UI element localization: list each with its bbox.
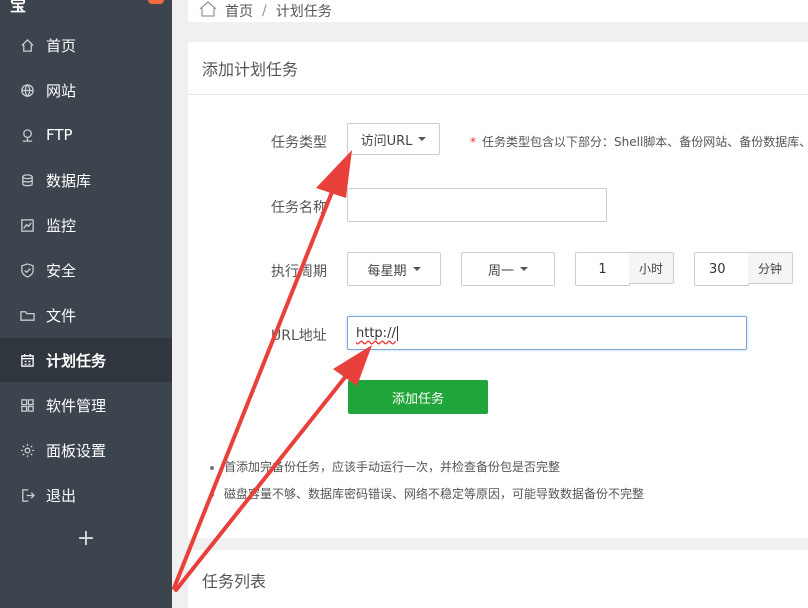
- sidebar-item-label: 退出: [46, 486, 77, 505]
- sidebar-item-settings[interactable]: 面板设置: [0, 428, 172, 472]
- schedule-label: 执行周期: [271, 264, 327, 280]
- tips-list: 首添加完备份任务，应该手动运行一次，并检查备份包是否完整 磁盘容量不够、数据库密…: [208, 458, 804, 512]
- sidebar-item-label: 软件管理: [46, 396, 107, 415]
- logo-icon: 宝: [10, 0, 27, 15]
- sidebar-item-software[interactable]: 软件管理: [0, 383, 172, 427]
- chevron-down-icon: [412, 267, 421, 271]
- breadcrumb: 首页 / 计划任务: [188, 0, 808, 22]
- home-icon: [199, 1, 217, 21]
- ftp-icon: [19, 127, 35, 143]
- sidebar-item-label: 监控: [46, 216, 77, 235]
- hour-input[interactable]: 1: [575, 252, 630, 286]
- logo-strip: 宝: [0, 0, 172, 22]
- chevron-down-icon: [418, 137, 427, 141]
- sidebar-item-logout[interactable]: 退出: [0, 473, 172, 517]
- panel-title: 添加计划任务: [188, 42, 808, 95]
- sidebar-item-label: FTP: [46, 126, 73, 144]
- shield-icon: [19, 262, 35, 278]
- sidebar-item-label: 安全: [46, 261, 77, 280]
- url-value: http://: [356, 325, 396, 341]
- task-type-hint: * 任务类型包含以下部分：Shell脚本、备份网站、备份数据库、: [470, 133, 808, 150]
- sidebar-item-files[interactable]: 文件: [0, 293, 172, 337]
- sidebar-item-label: 数据库: [46, 171, 92, 190]
- calendar-icon: [19, 352, 35, 368]
- text-cursor: [396, 325, 398, 341]
- sidebar-item-home[interactable]: 首页: [0, 23, 172, 67]
- tip-item: 首添加完备份任务，应该手动运行一次，并检查备份包是否完整: [224, 458, 804, 475]
- task-type-label: 任务类型: [271, 135, 327, 151]
- sidebar-item-label: 首页: [46, 36, 77, 55]
- sidebar-item-security[interactable]: 安全: [0, 248, 172, 292]
- url-input[interactable]: http://: [347, 316, 747, 350]
- task-list-panel: 任务列表: [188, 550, 808, 608]
- sidebar-item-ftp[interactable]: FTP: [0, 113, 172, 157]
- sidebar-item-website[interactable]: 网站: [0, 68, 172, 112]
- hour-unit: 小时: [629, 252, 674, 284]
- sidebar: 宝 首页 网站 FTP 数据库 监控 安全 文件 计划任务 软件管理 面板设置: [0, 0, 172, 608]
- grid-icon: [19, 397, 35, 413]
- add-shortcut-button[interactable]: +: [0, 518, 172, 558]
- gear-icon: [19, 442, 35, 458]
- task-type-hint-text: 任务类型包含以下部分：Shell脚本、备份网站、备份数据库、: [482, 135, 808, 149]
- monitor-icon: [19, 217, 35, 233]
- minute-unit: 分钟: [748, 252, 793, 284]
- tip-item: 磁盘容量不够、数据库密码错误、网络不稳定等原因，可能导致数据备份不完整: [224, 485, 804, 502]
- weekday-value: 周一: [487, 263, 514, 279]
- add-task-button[interactable]: 添加任务: [348, 380, 488, 414]
- folder-icon: [19, 307, 35, 323]
- home-icon: [19, 37, 35, 53]
- url-label: URL地址: [271, 328, 327, 344]
- sidebar-item-label: 面板设置: [46, 441, 107, 460]
- breadcrumb-current: 计划任务: [275, 4, 332, 20]
- task-type-value: 访问URL: [360, 133, 413, 149]
- sidebar-item-label: 计划任务: [46, 351, 107, 370]
- task-name-input[interactable]: [347, 188, 607, 222]
- period-select[interactable]: 每星期: [347, 252, 441, 286]
- task-list-title: 任务列表: [202, 572, 267, 591]
- period-value: 每星期: [367, 263, 407, 279]
- task-name-label: 任务名称: [271, 200, 327, 216]
- add-task-panel: 添加计划任务 任务类型 访问URL * 任务类型包含以下部分：Shell脚本、备份…: [188, 42, 808, 538]
- required-mark: *: [470, 135, 476, 149]
- sidebar-item-cron[interactable]: 计划任务: [0, 338, 172, 382]
- sidebar-item-database[interactable]: 数据库: [0, 158, 172, 202]
- notification-badge: [148, 0, 164, 4]
- logout-icon: [19, 487, 35, 503]
- globe-icon: [19, 82, 35, 98]
- task-type-select[interactable]: 访问URL: [347, 123, 440, 155]
- chevron-down-icon: [520, 267, 528, 271]
- minute-input[interactable]: 30: [694, 252, 749, 286]
- weekday-select[interactable]: 周一: [461, 252, 555, 286]
- sidebar-item-label: 文件: [46, 306, 77, 325]
- sidebar-item-monitor[interactable]: 监控: [0, 203, 172, 247]
- breadcrumb-separator: /: [262, 3, 267, 19]
- sidebar-item-label: 网站: [46, 81, 77, 100]
- breadcrumb-home-link[interactable]: 首页: [225, 1, 253, 21]
- database-icon: [19, 172, 35, 188]
